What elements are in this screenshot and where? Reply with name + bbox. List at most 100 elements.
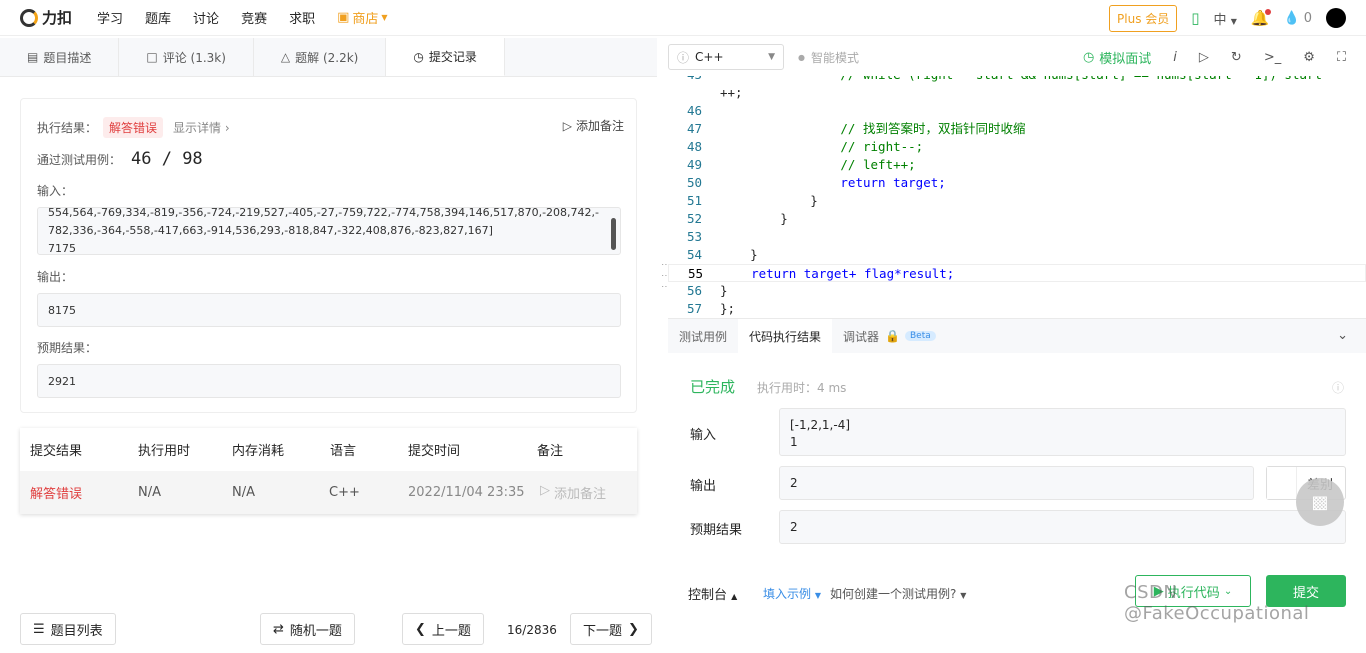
- flag-icon[interactable]: ▷: [1199, 50, 1209, 65]
- header-runtime: 执行用时: [138, 444, 191, 459]
- nav-item-problems[interactable]: 题库: [145, 8, 171, 27]
- chevron-left-icon: ❮: [415, 621, 426, 637]
- row-language: C++: [329, 485, 360, 500]
- result-label: 执行结果：: [37, 121, 98, 135]
- help-icon[interactable]: ⓘ: [1332, 379, 1344, 396]
- plus-member-button[interactable]: Plus 会员: [1109, 4, 1178, 32]
- info-i-icon[interactable]: i: [1173, 50, 1177, 65]
- avatar[interactable]: [1326, 8, 1346, 28]
- chevron-down-icon: ▼: [381, 13, 388, 22]
- header-note: 备注: [537, 444, 564, 459]
- language-select[interactable]: ⓘ C++ ▼: [668, 44, 784, 70]
- header-language: 语言: [330, 444, 357, 459]
- info-icon: ⓘ: [677, 50, 690, 65]
- problem-list-button[interactable]: ☰ 题目列表: [20, 613, 116, 645]
- store-icon: ▣: [337, 10, 350, 25]
- description-icon: ▤: [27, 50, 39, 64]
- run-output-box: 2: [779, 466, 1254, 500]
- nav-item-contest[interactable]: 竞赛: [241, 8, 267, 27]
- run-status: 已完成: [690, 378, 736, 396]
- checkbox[interactable]: [1267, 467, 1297, 499]
- leetcode-logo-icon: [20, 8, 38, 27]
- fill-example-button[interactable]: 填入示例 ▼: [763, 585, 821, 602]
- scrollbar[interactable]: [611, 218, 616, 250]
- dot-icon: ●: [798, 52, 805, 62]
- run-time: 执行用时：4 ms: [757, 381, 847, 395]
- table-header: 提交结果 执行用时 内存消耗 语言 提交时间 备注: [20, 428, 637, 471]
- expected-box: 2921: [37, 364, 621, 398]
- terminal-icon[interactable]: >_: [1264, 50, 1281, 65]
- header-memory: 内存消耗: [232, 444, 285, 459]
- nav-item-discuss[interactable]: 讨论: [193, 8, 219, 27]
- prev-problem-button[interactable]: ❮ 上一题: [402, 613, 484, 645]
- expected-label: 预期结果：: [37, 341, 98, 355]
- input-label: 输入：: [37, 184, 74, 198]
- tab-submissions[interactable]: ◷ 提交记录: [386, 38, 505, 76]
- add-note-button[interactable]: ▷ 添加备注: [563, 117, 624, 134]
- next-problem-button[interactable]: 下一题 ❯: [570, 613, 652, 645]
- smart-mode-toggle[interactable]: ● 智能模式: [798, 49, 859, 66]
- tab-description[interactable]: ▤ 题目描述: [0, 38, 120, 76]
- status-badge: 解答错误: [103, 117, 164, 138]
- code-line: ++;: [720, 85, 743, 100]
- reset-icon[interactable]: ↻: [1231, 50, 1242, 65]
- chevron-down-icon: ▼: [814, 591, 821, 600]
- run-output-label: 输出: [690, 479, 717, 494]
- row-add-note[interactable]: ▷ 添加备注: [540, 483, 606, 502]
- tab-testcase[interactable]: 测试用例: [668, 319, 738, 353]
- tab-solutions[interactable]: △ 题解 (2.2k): [254, 38, 387, 76]
- submission-result-card: 执行结果： 解答错误 显示详情 › ▷ 添加备注 通过测试用例： 46 / 98…: [20, 98, 637, 413]
- pass-label: 通过测试用例：: [37, 152, 122, 167]
- tab-debugger[interactable]: 调试器 🔒 Beta: [832, 319, 947, 353]
- chevron-down-icon: ⌄: [1223, 585, 1233, 597]
- nav-item-jobs[interactable]: 求职: [289, 8, 315, 27]
- page-indicator: 16/2836: [507, 623, 557, 637]
- logo-text: 力扣: [42, 9, 73, 27]
- lock-icon: 🔒: [885, 329, 900, 343]
- notebook-icon: ▩: [1311, 491, 1329, 513]
- fire-icon: 💧: [1283, 10, 1300, 26]
- editor-toolbar: ⓘ C++ ▼ ● 智能模式 ◷ 模拟面试 i ▷ ↻ >_ ⚙ ⛶: [668, 38, 1366, 76]
- console-toggle[interactable]: 控制台 ▲: [688, 584, 737, 603]
- fire-counter[interactable]: 💧 0: [1284, 11, 1312, 26]
- fullscreen-icon[interactable]: ⛶: [1337, 50, 1346, 65]
- input-box[interactable]: 554,564,-769,334,-819,-356,-724,-219,527…: [37, 207, 621, 255]
- chevron-right-icon: ❯: [628, 621, 639, 637]
- output-box: 8175: [37, 293, 621, 327]
- submissions-table: 提交结果 执行用时 内存消耗 语言 提交时间 备注 解答错误 N/A N/A C…: [20, 428, 637, 514]
- row-runtime: N/A: [138, 485, 161, 500]
- collapse-icon[interactable]: ⌄: [1337, 328, 1348, 343]
- chevron-down-icon: ▼: [960, 591, 967, 600]
- submit-button[interactable]: 提交: [1266, 575, 1346, 607]
- clock-icon: ◷: [413, 49, 424, 64]
- run-code-button[interactable]: ▶ 执行代码 ⌄: [1135, 575, 1251, 607]
- row-result[interactable]: 解答错误: [30, 483, 82, 502]
- random-problem-button[interactable]: ⇄ 随机一题: [260, 613, 355, 645]
- store-label: 商店: [352, 12, 379, 27]
- how-create-testcase[interactable]: 如何创建一个测试用例? ▼: [830, 585, 966, 602]
- right-footer: 控制台 ▲ 填入示例 ▼ 如何创建一个测试用例? ▼ ▶ 执行代码 ⌄ 提交: [668, 565, 1366, 615]
- tab-run-result[interactable]: 代码执行结果: [738, 319, 833, 353]
- left-footer: ☰ 题目列表 ⇄ 随机一题 ❮ 上一题 16/2836 下一题 ❯: [0, 603, 657, 653]
- tab-comments[interactable]: □ 评论 (1.3k): [119, 38, 254, 76]
- row-memory: N/A: [232, 485, 255, 500]
- show-details-link[interactable]: 显示详情 ›: [173, 119, 230, 136]
- nav-item-store[interactable]: ▣ 商店 ▼: [337, 8, 387, 27]
- bell-icon[interactable]: 🔔: [1251, 9, 1271, 27]
- mock-interview-button[interactable]: ◷ 模拟面试: [1083, 48, 1151, 67]
- row-time: 2022/11/04 23:35: [408, 485, 525, 500]
- run-expected-label: 预期结果: [690, 523, 743, 538]
- comment-icon: □: [146, 50, 158, 64]
- phone-icon[interactable]: ▯: [1191, 9, 1199, 27]
- logo[interactable]: 力扣: [20, 7, 72, 28]
- header-result: 提交结果: [30, 444, 83, 459]
- code-editor[interactable]: 45 // while (right - start && nums[start…: [668, 76, 1366, 317]
- settings-icon[interactable]: ⚙: [1303, 50, 1315, 65]
- alarm-icon: ◷: [1082, 49, 1095, 65]
- nav-item-learn[interactable]: 学习: [97, 8, 123, 27]
- note-float-button[interactable]: ▩: [1296, 478, 1344, 526]
- table-row[interactable]: 解答错误 N/A N/A C++ 2022/11/04 23:35 ▷ 添加备注: [20, 471, 637, 514]
- flag-icon: ▷: [562, 118, 572, 133]
- language-switch[interactable]: 中 ▼: [1214, 9, 1237, 28]
- run-input-box: [-1,2,1,-4] 1: [779, 408, 1346, 456]
